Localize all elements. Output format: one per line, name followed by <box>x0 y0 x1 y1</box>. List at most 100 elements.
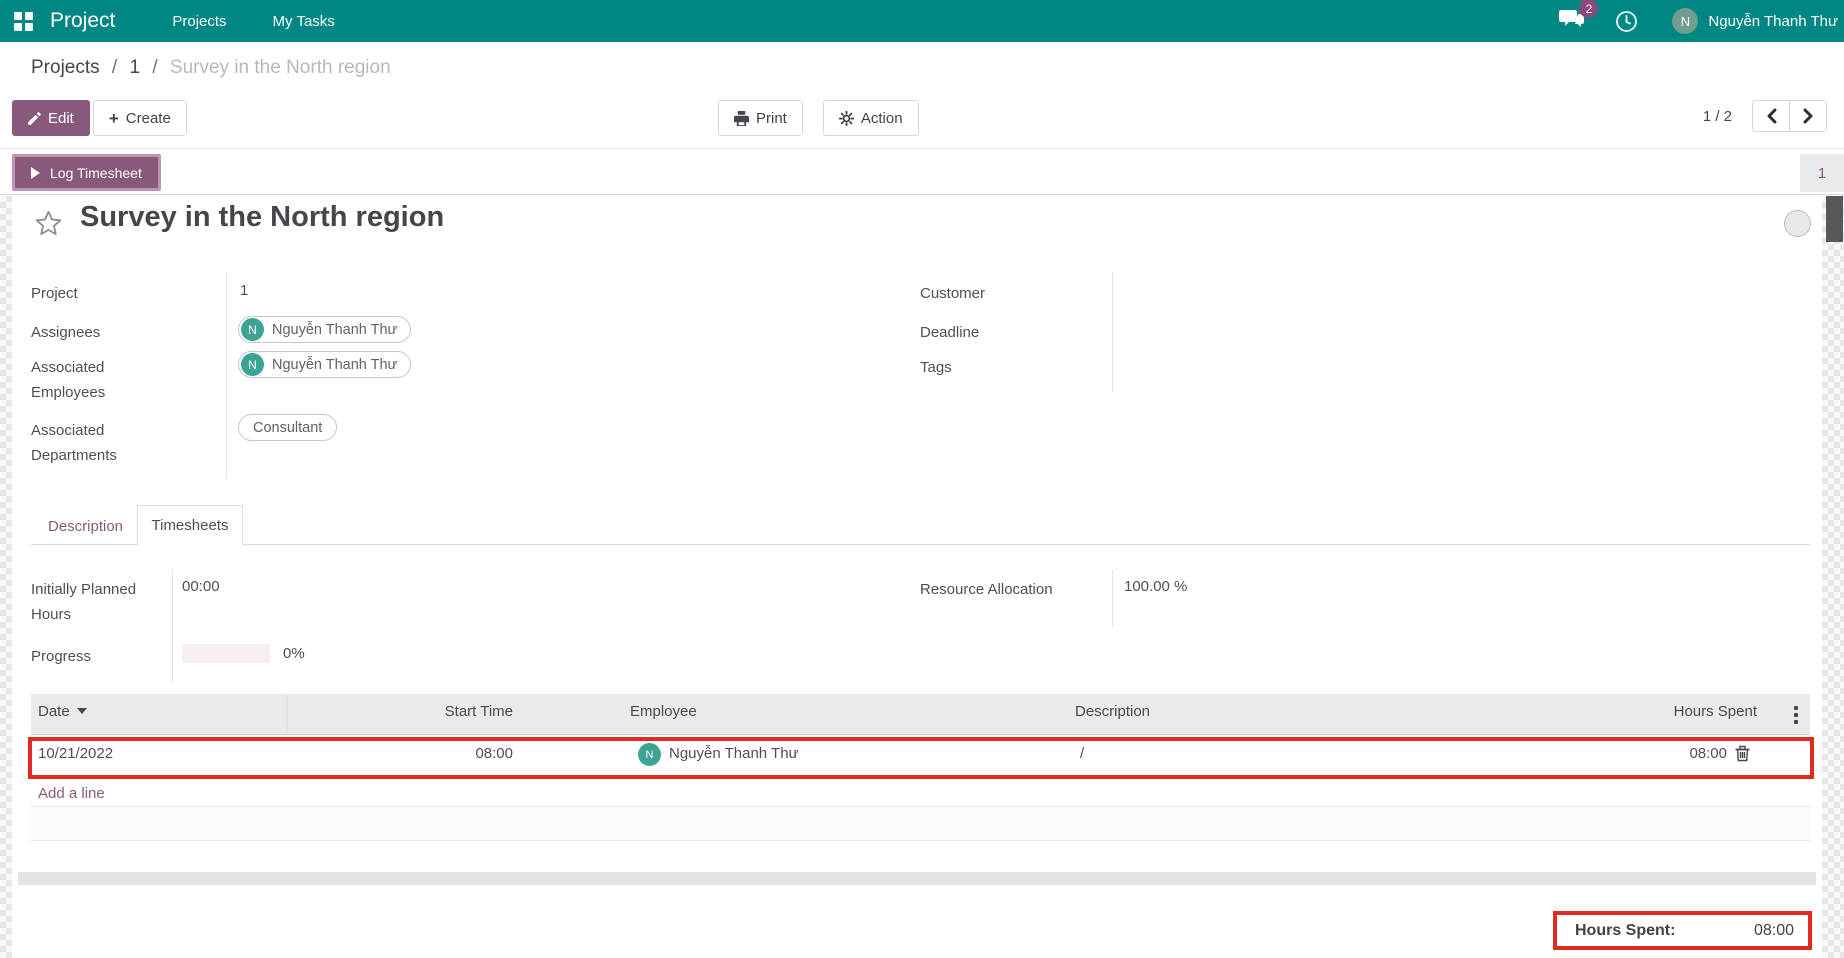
stage-badge[interactable]: 1 <box>1800 154 1844 192</box>
tags-label: Tags <box>920 359 952 376</box>
project-value[interactable]: 1 <box>240 282 248 299</box>
tabbar-divider <box>31 544 1810 545</box>
annotation-highlight-row <box>28 737 1814 779</box>
chevron-left-icon <box>1767 108 1776 124</box>
department-name: Consultant <box>253 419 323 436</box>
kanban-state-icon[interactable] <box>1784 210 1811 237</box>
breadcrumb: Projects / 1 / Survey in the North regio… <box>31 57 391 79</box>
hours-spent-total-value: 08:00 <box>1753 921 1794 939</box>
cell-start-time: 08:00 <box>475 745 513 762</box>
planned-hours-value: 00:00 <box>182 578 220 595</box>
print-button[interactable]: Print <box>718 100 803 136</box>
sort-desc-icon <box>76 708 87 714</box>
resource-allocation-value: 100.00 % <box>1124 578 1188 595</box>
gear-icon <box>838 110 854 126</box>
pager-counter: 1 / 2 <box>1702 107 1732 125</box>
assignee-avatar: N <box>241 318 264 341</box>
associated-departments-label: Associated Departments <box>31 422 117 464</box>
cell-date: 10/21/2022 <box>38 745 114 762</box>
annotation-highlight-total: Hours Spent: 08:00 <box>1553 911 1812 950</box>
edit-button[interactable]: Edit <box>12 100 90 136</box>
delete-row-button[interactable] <box>1735 745 1750 762</box>
create-button[interactable]: + Create <box>92 100 187 136</box>
hours-spent-total-label: Hours Spent: <box>1575 921 1676 939</box>
column-header-start-time[interactable]: Start Time <box>445 703 513 720</box>
column-header-description[interactable]: Description <box>1075 703 1150 720</box>
nav-item-projects[interactable]: Projects <box>172 13 226 30</box>
column-header-hours-spent[interactable]: Hours Spent <box>1674 703 1757 720</box>
progress-label: Progress <box>31 648 92 665</box>
printer-icon <box>734 110 749 126</box>
record-buttons: Edit + Create <box>12 100 187 136</box>
user-avatar[interactable]: N <box>1672 8 1699 34</box>
edit-button-label: Edit <box>48 109 74 127</box>
action-buttons: Print Action <box>718 100 919 136</box>
progress-value: 0% <box>283 645 305 662</box>
column-header-employee[interactable]: Employee <box>630 703 697 720</box>
right-group-separator <box>1112 272 1113 392</box>
create-button-label: Create <box>125 109 171 127</box>
assignee-name: Nguyễn Thanh Thư <box>272 321 398 338</box>
top-navbar: Project Projects My Tasks 2 N Nguyễn Tha… <box>0 0 1844 42</box>
cell-hours-spent: 08:00 <box>1689 745 1727 762</box>
log-timesheet-button[interactable]: Log Timesheet <box>12 154 161 191</box>
pager-next-button[interactable] <box>1789 100 1827 132</box>
breadcrumb-separator: / <box>111 57 118 78</box>
tab-description[interactable]: Description <box>44 514 127 539</box>
scrollbar-thumb[interactable] <box>1826 196 1843 242</box>
task-title: Survey in the North region <box>80 201 445 233</box>
project-label: Project <box>31 285 78 302</box>
favorite-star-icon[interactable] <box>35 210 62 236</box>
pager-previous-button[interactable] <box>1752 100 1790 132</box>
form-statusbar: Log Timesheet 1 <box>0 148 1844 195</box>
left-transparent-margin <box>0 196 12 958</box>
log-timesheet-label: Log Timesheet <box>50 164 142 181</box>
empty-table-row <box>31 806 1810 841</box>
breadcrumb-record-link[interactable]: 1 <box>129 57 140 78</box>
row-employee-avatar: N <box>638 743 661 766</box>
chevron-right-icon <box>1803 108 1812 124</box>
planned-hours-label: Initially Planned Hours <box>31 581 137 623</box>
column-header-date[interactable]: Date <box>38 703 87 720</box>
employee-name: Nguyễn Thanh Thư <box>272 356 398 373</box>
play-icon <box>31 166 40 179</box>
breadcrumb-projects-link[interactable]: Projects <box>31 57 100 78</box>
timesheet-table-header <box>31 694 1810 735</box>
activities-clock-icon[interactable] <box>1615 10 1638 33</box>
customer-label: Customer <box>920 285 986 302</box>
nav-menu: Projects My Tasks <box>172 13 334 30</box>
cell-employee: Nguyễn Thanh Thư <box>669 745 799 762</box>
pencil-icon <box>28 111 41 125</box>
column-options-icon[interactable] <box>1786 704 1806 726</box>
add-a-line-link[interactable]: Add a line <box>38 785 105 802</box>
horizontal-scrollbar[interactable] <box>18 872 1816 885</box>
scrollbar-track[interactable] <box>1822 196 1844 958</box>
tab-timesheets[interactable]: Timesheets <box>137 505 243 545</box>
breadcrumb-current: Survey in the North region <box>169 57 391 78</box>
left-group-separator <box>226 272 227 478</box>
record-pager: 1 / 2 <box>1703 100 1827 132</box>
odoo-task-form-page: Project Projects My Tasks 2 N Nguyễn Tha… <box>0 0 1844 958</box>
associated-employee-pill[interactable]: N Nguyễn Thanh Thư <box>238 351 412 378</box>
trash-icon <box>1735 745 1750 762</box>
user-menu[interactable]: Nguyễn Thanh Thư <box>1708 13 1838 30</box>
cell-description: / <box>1080 745 1085 762</box>
breadcrumb-separator: / <box>152 57 158 78</box>
progress-bar <box>182 644 270 663</box>
detail-group-separator <box>172 570 173 683</box>
resource-allocation-label: Resource Allocation <box>920 581 1053 598</box>
assignee-pill[interactable]: N Nguyễn Thanh Thư <box>238 316 412 343</box>
employee-avatar: N <box>241 353 264 376</box>
assignees-label: Assignees <box>31 324 101 341</box>
deadline-label: Deadline <box>920 324 980 341</box>
column-divider <box>287 695 288 734</box>
action-button-label: Action <box>860 109 903 127</box>
print-button-label: Print <box>756 109 787 127</box>
apps-grid-icon[interactable] <box>14 11 33 31</box>
nav-item-my-tasks[interactable]: My Tasks <box>273 13 335 30</box>
messages-icon[interactable]: 2 <box>1558 0 1599 35</box>
action-button[interactable]: Action <box>822 100 919 136</box>
app-name: Project <box>50 9 116 32</box>
department-pill[interactable]: Consultant <box>238 414 338 441</box>
message-count-badge: 2 <box>1579 0 1599 18</box>
